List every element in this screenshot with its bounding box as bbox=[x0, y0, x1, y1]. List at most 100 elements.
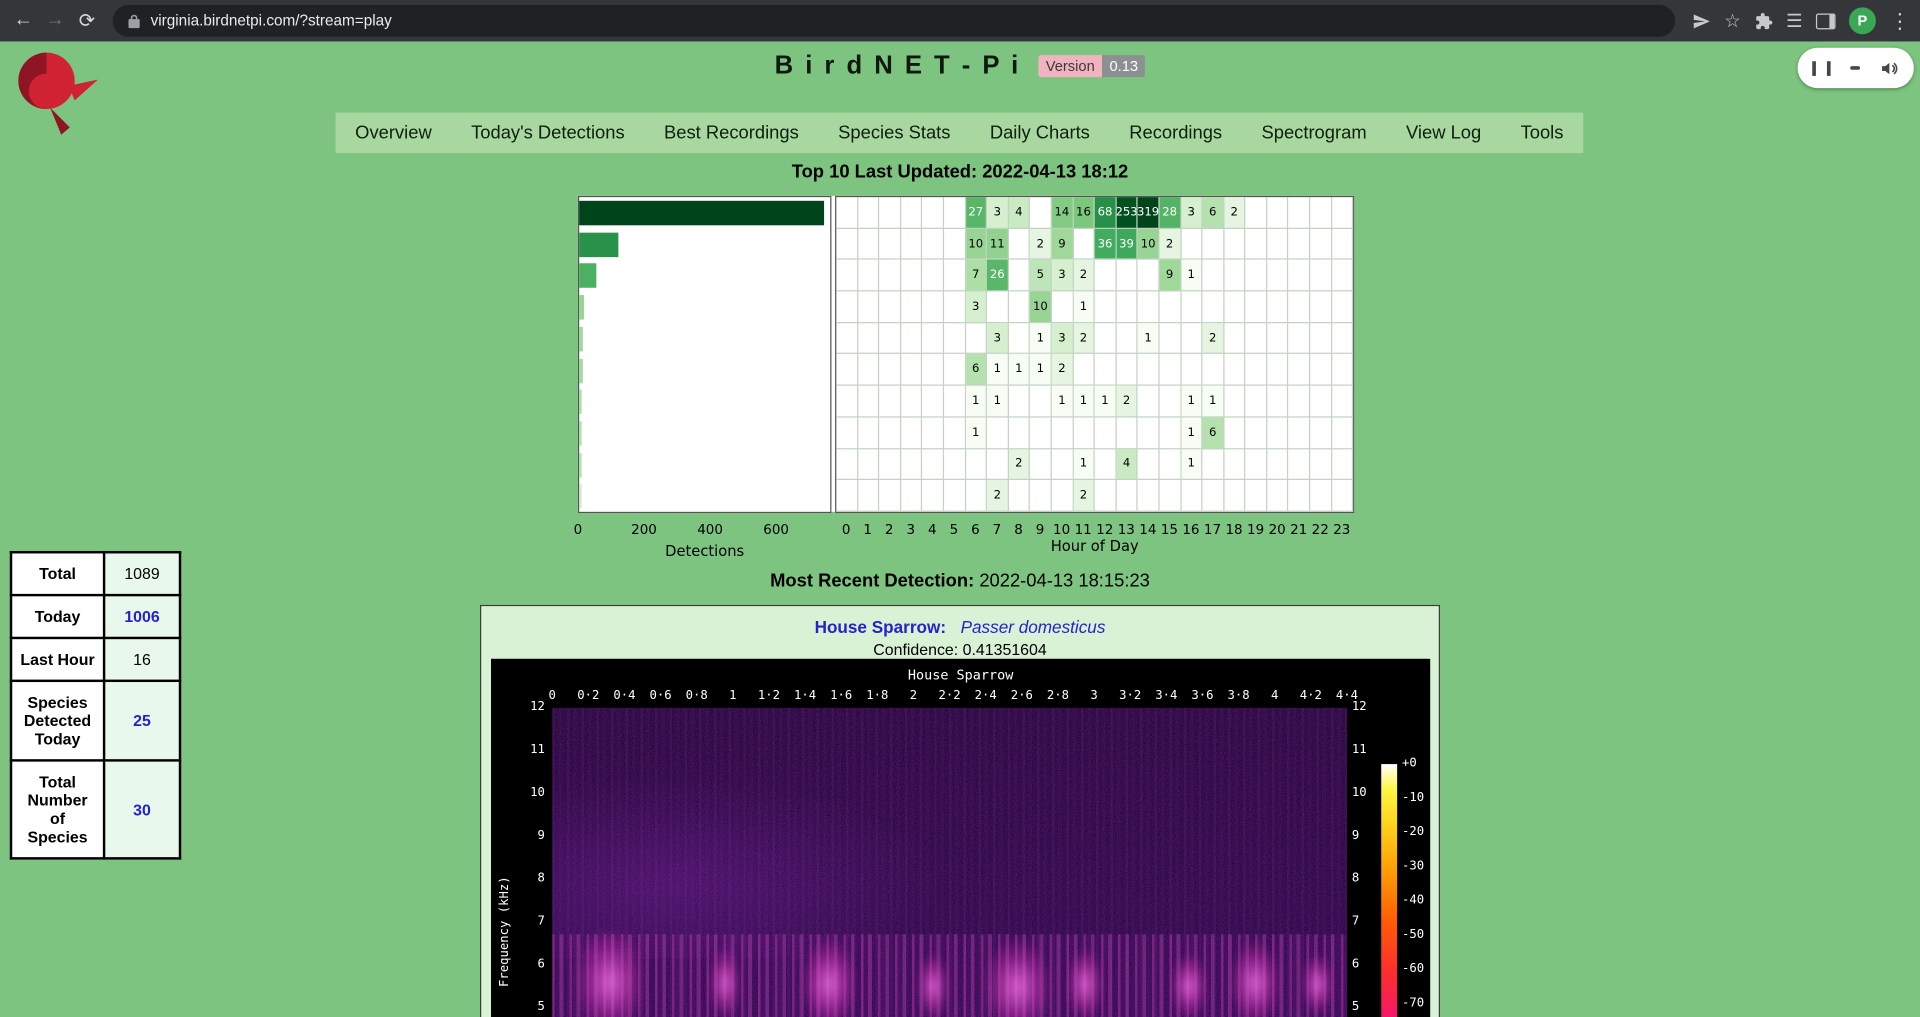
heatmap-cell bbox=[1267, 323, 1289, 354]
bar-y-labels: Fish CrowBlue JayCarolina ChickadeeTufte… bbox=[404, 196, 572, 512]
stats-row: Last Hour16 bbox=[11, 638, 180, 681]
volume-icon[interactable] bbox=[1880, 58, 1900, 78]
profile-avatar[interactable]: P bbox=[1849, 7, 1876, 34]
nav-item-tools[interactable]: Tools bbox=[1516, 122, 1569, 143]
send-icon[interactable] bbox=[1692, 12, 1710, 30]
heatmap-cell bbox=[1332, 260, 1354, 291]
heatmap-cell bbox=[1095, 417, 1117, 448]
heatmap-cell: 28 bbox=[1159, 197, 1181, 228]
spectro-y-tick: 9 bbox=[523, 829, 545, 842]
heatmap-cell bbox=[944, 449, 966, 480]
heatmap-cell bbox=[1138, 292, 1160, 323]
side-panel-icon[interactable] bbox=[1816, 13, 1836, 29]
back-button[interactable]: ← bbox=[7, 0, 39, 42]
pause-icon[interactable] bbox=[1812, 61, 1830, 76]
heatmap-cell bbox=[1009, 417, 1031, 448]
heatmap-cell bbox=[1030, 480, 1052, 511]
heatmap-cell bbox=[1030, 386, 1052, 417]
stats-value[interactable]: 25 bbox=[104, 681, 180, 761]
heatmap-cell bbox=[1289, 260, 1311, 291]
reading-list-icon[interactable]: ☰ bbox=[1786, 12, 1802, 30]
nav-item-best-recordings[interactable]: Best Recordings bbox=[659, 122, 804, 143]
birdnetpi-page: B i r d N E T - P i Version0.13 Overview… bbox=[0, 42, 1920, 1017]
spectro-x-tick: 2·2 bbox=[939, 689, 961, 702]
spectro-db-tick: -60 bbox=[1402, 962, 1424, 975]
detection-common-name[interactable]: House Sparrow: bbox=[815, 617, 946, 637]
audio-player[interactable] bbox=[1798, 48, 1914, 88]
heatmap-cell bbox=[1159, 354, 1181, 385]
heatmap-cell: 1 bbox=[1052, 386, 1074, 417]
hour-tick: 1 bbox=[863, 522, 872, 538]
heatmap-cell bbox=[901, 449, 923, 480]
reload-button[interactable]: ⟳ bbox=[71, 0, 103, 42]
browser-menu-icon[interactable]: ⋮ bbox=[1889, 10, 1910, 31]
heatmap-cell bbox=[923, 229, 945, 260]
lock-icon bbox=[127, 13, 140, 29]
heatmap-cell: 68 bbox=[1095, 197, 1117, 228]
heatmap-cell: 1 bbox=[1203, 386, 1225, 417]
heatmap-cell bbox=[836, 323, 858, 354]
heatmap-cell: 1 bbox=[1181, 417, 1203, 448]
spectro-y-tick: 11 bbox=[1352, 743, 1374, 756]
spectro-x-tick: 1·2 bbox=[758, 689, 780, 702]
forward-button[interactable]: → bbox=[39, 0, 71, 42]
heatmap-cell bbox=[858, 229, 880, 260]
nav-item-view-log[interactable]: View Log bbox=[1401, 122, 1486, 143]
heatmap-cell bbox=[1095, 354, 1117, 385]
heatmap-cell bbox=[901, 323, 923, 354]
address-bar[interactable]: virginia.birdnetpi.com/?stream=play bbox=[113, 5, 1675, 37]
heatmap-cell bbox=[1310, 260, 1332, 291]
heatmap-cell bbox=[1073, 417, 1095, 448]
nav-item-daily-charts[interactable]: Daily Charts bbox=[985, 122, 1095, 143]
bookmark-star-icon[interactable]: ☆ bbox=[1724, 12, 1740, 30]
heatmap-cell bbox=[944, 417, 966, 448]
heatmap-cell bbox=[1009, 229, 1031, 260]
heatmap-cell: 3 bbox=[1052, 260, 1074, 291]
heatmap-cell bbox=[1009, 323, 1031, 354]
stats-table: Total1089Today1006Last Hour16Species Det… bbox=[10, 551, 181, 860]
heatmap-cell bbox=[1267, 354, 1289, 385]
seek-dash-icon bbox=[1850, 66, 1860, 70]
heatmap-cell bbox=[1310, 292, 1332, 323]
heatmap-cell bbox=[923, 480, 945, 511]
chrome-toolbar-icons: ☆ ☰ P ⋮ bbox=[1692, 0, 1910, 42]
extensions-puzzle-icon[interactable] bbox=[1754, 12, 1772, 30]
nav-item-overview[interactable]: Overview bbox=[350, 122, 436, 143]
heatmap-cell bbox=[1246, 260, 1268, 291]
heatmap-cell bbox=[1332, 480, 1354, 511]
heatmap-cell: 2 bbox=[1073, 323, 1095, 354]
heatmap-cell: 2 bbox=[1073, 480, 1095, 511]
hour-tick: 14 bbox=[1139, 522, 1156, 538]
heatmap-cell bbox=[879, 417, 901, 448]
nav-item-spectrogram[interactable]: Spectrogram bbox=[1257, 122, 1372, 143]
heatmap-cell bbox=[944, 229, 966, 260]
heatmap-cell: 1 bbox=[987, 386, 1009, 417]
detection-scientific-name[interactable]: Passer domesticus bbox=[961, 617, 1106, 637]
nav-item-species-stats[interactable]: Species Stats bbox=[833, 122, 955, 143]
heatmap-cell bbox=[987, 449, 1009, 480]
heatmap-cell bbox=[1224, 260, 1246, 291]
heatmap-cell bbox=[966, 323, 988, 354]
detections-axis-label: Detections bbox=[578, 542, 831, 559]
heatmap-cell bbox=[879, 292, 901, 323]
nav-item-today-s-detections[interactable]: Today's Detections bbox=[466, 122, 629, 143]
spectro-x-tick: 4·2 bbox=[1300, 689, 1322, 702]
heatmap-cell bbox=[858, 197, 880, 228]
bar-northern-cardinal bbox=[579, 453, 582, 477]
hour-tick: 19 bbox=[1247, 522, 1264, 538]
stats-value[interactable]: 30 bbox=[104, 760, 180, 858]
screenshot-viewport: ← → ⟳ virginia.birdnetpi.com/?stream=pla… bbox=[0, 0, 1920, 1017]
stats-value[interactable]: 1006 bbox=[104, 595, 180, 638]
heatmap-cell bbox=[1009, 386, 1031, 417]
nav-item-recordings[interactable]: Recordings bbox=[1124, 122, 1227, 143]
heatmap-cell bbox=[1095, 449, 1117, 480]
heatmap-cell bbox=[1246, 386, 1268, 417]
heatmap-cell: 1 bbox=[1009, 354, 1031, 385]
stats-row: Today1006 bbox=[11, 595, 180, 638]
heatmap-cell bbox=[901, 292, 923, 323]
bar-winter-wren bbox=[579, 358, 583, 382]
heatmap-cell bbox=[879, 386, 901, 417]
heatmap-cell bbox=[1224, 449, 1246, 480]
hour-tick: 0 bbox=[842, 522, 851, 538]
spectro-y-tick: 9 bbox=[1352, 829, 1374, 842]
